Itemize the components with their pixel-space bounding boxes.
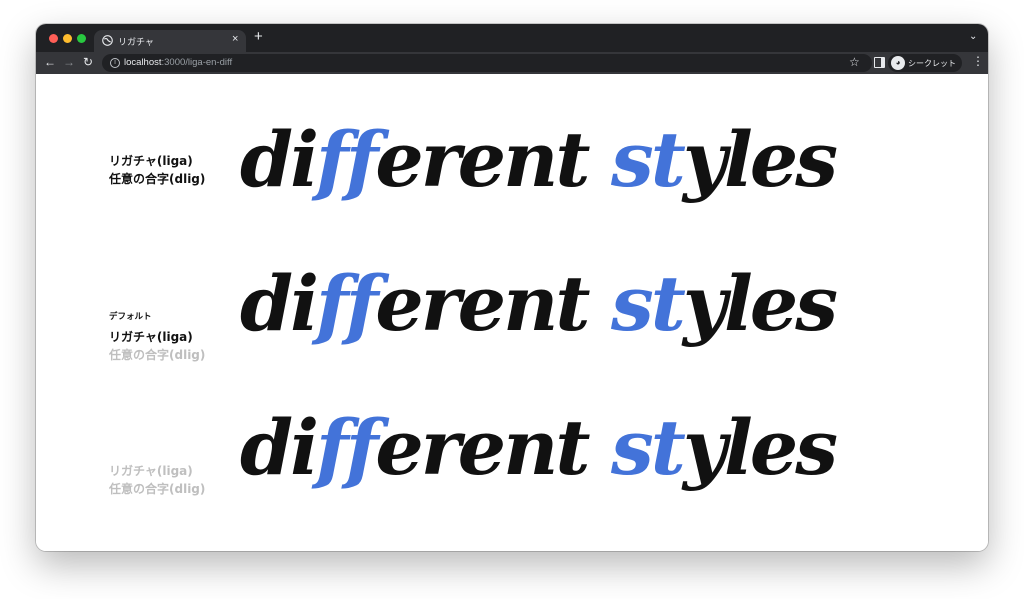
sample-part-erent: erent (375, 115, 611, 204)
minimize-window-button[interactable] (63, 34, 72, 43)
url-text[interactable]: localhost:3000/liga-en-diff (124, 57, 232, 68)
close-window-button[interactable] (49, 34, 58, 43)
sample-part-di: di (240, 259, 319, 348)
sample-part-erent: erent (375, 259, 611, 348)
sample-text-row-3: different styles (240, 410, 838, 486)
dlig-label: 任意の合字(dlig) (109, 482, 206, 496)
sample-text-row-2: different styles (240, 266, 838, 342)
sample-part-ff-ligature: ff (316, 259, 378, 348)
dlig-label: 任意の合字(dlig) (109, 348, 206, 362)
sample-text-row-1: different styles (240, 122, 838, 198)
incognito-profile-button[interactable]: ◕ シークレット (888, 54, 962, 72)
page-content: リガチャ(liga) 任意の合字(dlig) different styles … (36, 74, 988, 551)
tab-bar: リガチャ × + ⌄ (36, 24, 988, 52)
row-1-labels: リガチャ(liga) 任意の合字(dlig) (109, 152, 205, 188)
sample-part-yles: yles (682, 259, 838, 348)
bookmark-star-icon[interactable]: ☆ (849, 55, 860, 69)
sample-part-ff-ligature: ff (316, 115, 378, 204)
tab-search-chevron-icon[interactable]: ⌄ (969, 31, 977, 42)
profile-label: シークレット (908, 59, 956, 68)
browser-menu-icon[interactable]: ⋮ (972, 54, 984, 68)
url-host: localhost (124, 57, 162, 68)
sample-part-st: st (610, 403, 686, 492)
row-3-labels: リガチャ(liga) 任意の合字(dlig) (109, 462, 205, 498)
forward-arrow-icon[interactable]: → (63, 55, 75, 69)
browser-window: リガチャ × + ⌄ ← → ↻ i localhost:3000/liga-e… (36, 24, 988, 551)
sample-part-st: st (610, 259, 686, 348)
sample-part-yles: yles (682, 403, 838, 492)
default-heading: デフォルト (109, 312, 152, 322)
sample-part-erent: erent (375, 403, 611, 492)
tab-liga[interactable]: リガチャ × (94, 30, 246, 52)
sample-part-st-ligature: st (610, 115, 686, 204)
sample-part-di: di (240, 115, 319, 204)
row-2-labels: デフォルト リガチャ(liga) 任意の合字(dlig) (109, 310, 205, 364)
new-tab-button[interactable]: + (254, 28, 263, 45)
dlig-label: 任意の合字(dlig) (109, 172, 206, 186)
side-panel-icon[interactable] (874, 57, 885, 68)
liga-label: リガチャ(liga) (109, 330, 193, 344)
browser-toolbar: ← → ↻ i localhost:3000/liga-en-diff ☆ ◕ … (36, 52, 988, 74)
tab-title: リガチャ (118, 37, 154, 47)
sample-part-yles: yles (682, 115, 838, 204)
site-info-icon[interactable]: i (110, 58, 120, 68)
reload-icon[interactable]: ↻ (83, 55, 93, 69)
sample-part-di: di (240, 403, 319, 492)
incognito-icon: ◕ (891, 56, 905, 70)
back-arrow-icon[interactable]: ← (44, 55, 56, 69)
liga-label: リガチャ(liga) (109, 464, 193, 478)
globe-icon (102, 35, 113, 46)
zoom-window-button[interactable] (77, 34, 86, 43)
liga-label: リガチャ(liga) (109, 154, 193, 168)
address-bar[interactable]: i localhost:3000/liga-en-diff ☆ (102, 54, 872, 72)
sample-part-ff: ff (316, 403, 378, 492)
url-path: :3000/liga-en-diff (161, 57, 233, 68)
tab-close-icon[interactable]: × (232, 33, 238, 45)
